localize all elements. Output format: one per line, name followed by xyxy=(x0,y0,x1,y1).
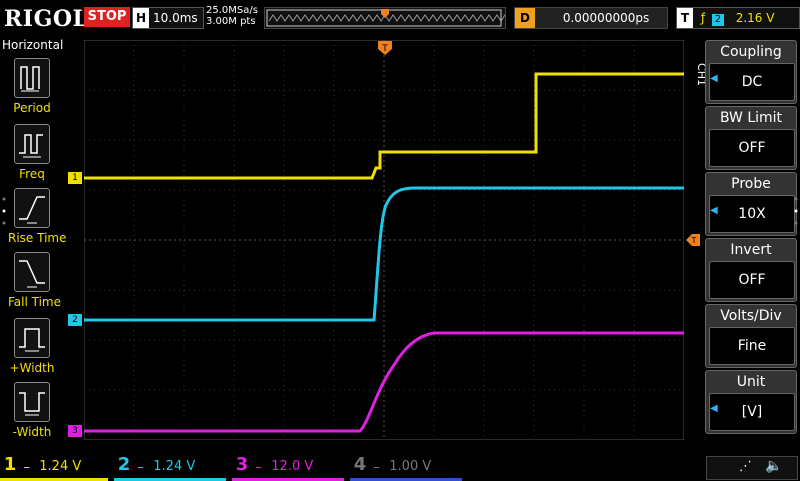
sample-info: 25.0MSa/s 3.00M pts xyxy=(206,5,258,27)
trigger-level-marker-icon[interactable]: T xyxy=(686,231,700,246)
ch1-tab[interactable]: 1 ⎯ 1.24 V xyxy=(0,452,108,481)
freq-icon xyxy=(14,124,50,164)
horizontal-key: H xyxy=(133,8,149,28)
trigger-position-bar[interactable] xyxy=(264,7,518,29)
usb-icon: ⋰ xyxy=(739,459,752,474)
ch1-coupling-icon: ⎯ xyxy=(24,462,30,473)
pos-width-button[interactable]: +Width xyxy=(8,318,56,375)
ch3-coupling-icon: ⎯ xyxy=(256,462,262,473)
waveform-overview-icon xyxy=(266,9,518,27)
freq-button[interactable]: Freq xyxy=(8,124,56,181)
ch2-tab[interactable]: 2 ⎯ 1.24 V xyxy=(114,452,226,481)
trigger-position-marker-icon[interactable]: T xyxy=(378,40,392,55)
ch1-number: 1 xyxy=(3,454,17,475)
invert-label: Invert xyxy=(730,242,772,258)
bw-limit-label: BW Limit xyxy=(719,110,783,126)
ch2-ground-marker[interactable]: 2 xyxy=(68,314,82,326)
coupling-button[interactable]: Coupling DC ◀ xyxy=(705,40,797,104)
unit-label: Unit xyxy=(736,374,766,390)
ch4-number: 4 xyxy=(353,454,367,475)
period-label: Period xyxy=(13,101,51,115)
left-page-dots-icon xyxy=(2,196,6,226)
rise-time-button[interactable]: Rise Time xyxy=(8,188,67,245)
ch2-coupling-icon: ⎯ xyxy=(138,462,144,473)
right-page-dots-icon xyxy=(794,196,798,226)
trigger-level: 2.16 V xyxy=(735,11,775,25)
trigger-box[interactable]: T ƒ 2 2.16 V xyxy=(676,7,800,29)
unit-value: [V] xyxy=(709,393,795,431)
ch3-ground-marker[interactable]: 3 xyxy=(68,425,82,437)
status-icons: ⋰ 🔈 xyxy=(706,456,798,480)
speaker-icon: 🔈 xyxy=(765,458,783,474)
ch3-scale: 12.0 V xyxy=(271,459,314,474)
fall-time-icon xyxy=(14,252,50,292)
brand-logo: RIGOL xyxy=(4,6,89,32)
rise-time-label: Rise Time xyxy=(8,231,67,245)
coupling-label: Coupling xyxy=(720,44,782,60)
volts-div-button[interactable]: Volts/Div Fine xyxy=(705,304,797,368)
ch2-scale: 1.24 V xyxy=(153,459,196,474)
period-button[interactable]: Period xyxy=(8,58,56,115)
coupling-arrow-icon: ◀ xyxy=(710,73,718,84)
volts-div-label: Volts/Div xyxy=(720,308,782,324)
ch1-ground-marker[interactable]: 1 xyxy=(68,172,82,184)
probe-value: 10X xyxy=(709,195,795,233)
ch4-tab[interactable]: 4 ⎯ 1.00 V xyxy=(350,452,462,481)
svg-text:T: T xyxy=(691,236,697,245)
ch4-scale: 1.00 V xyxy=(389,459,432,474)
probe-button[interactable]: Probe 10X ◀ xyxy=(705,172,797,236)
ch1-scale: 1.24 V xyxy=(39,459,82,474)
invert-value: OFF xyxy=(709,261,795,299)
period-icon xyxy=(14,58,50,98)
horizontal-timebase[interactable]: H 10.0ms xyxy=(132,7,204,29)
pos-width-icon xyxy=(14,318,50,358)
ch4-coupling-icon: ⎯ xyxy=(374,462,380,473)
rise-time-icon xyxy=(14,188,50,228)
trigger-source: 2 xyxy=(711,14,724,26)
invert-button[interactable]: Invert OFF xyxy=(705,238,797,302)
pos-width-label: +Width xyxy=(9,361,55,375)
sample-rate: 25.0MSa/s xyxy=(206,5,258,16)
memory-depth: 3.00M pts xyxy=(206,16,256,27)
freq-label: Freq xyxy=(19,167,45,181)
volts-div-value: Fine xyxy=(709,327,795,365)
probe-arrow-icon: ◀ xyxy=(710,205,718,216)
delay-key: D xyxy=(515,8,535,28)
run-stop-indicator[interactable]: STOP xyxy=(84,7,130,27)
delay-box[interactable]: D 0.00000000ps xyxy=(514,7,668,29)
neg-width-label: -Width xyxy=(12,425,52,439)
neg-width-icon xyxy=(14,382,50,422)
trigger-key: T xyxy=(677,8,693,28)
rising-edge-icon: ƒ xyxy=(700,11,706,25)
unit-button[interactable]: Unit [V] ◀ xyxy=(705,370,797,434)
fall-time-button[interactable]: Fall Time xyxy=(8,252,62,309)
svg-text:T: T xyxy=(381,44,388,54)
ch3-number: 3 xyxy=(235,454,249,475)
ch3-tab[interactable]: 3 ⎯ 12.0 V xyxy=(232,452,344,481)
bw-limit-value: OFF xyxy=(709,129,795,167)
ch2-number: 2 xyxy=(117,454,131,475)
neg-width-button[interactable]: -Width xyxy=(8,382,56,439)
fall-time-label: Fall Time xyxy=(8,295,62,309)
delay-value: 0.00000000ps xyxy=(562,11,650,25)
coupling-value: DC xyxy=(709,63,795,101)
probe-label: Probe xyxy=(731,176,771,192)
left-menu-title: Horizontal xyxy=(2,38,64,52)
bw-limit-button[interactable]: BW Limit OFF xyxy=(705,106,797,170)
waveform-display[interactable] xyxy=(84,40,684,440)
timebase-value: 10.0ms xyxy=(153,11,198,25)
unit-arrow-icon: ◀ xyxy=(710,403,718,414)
